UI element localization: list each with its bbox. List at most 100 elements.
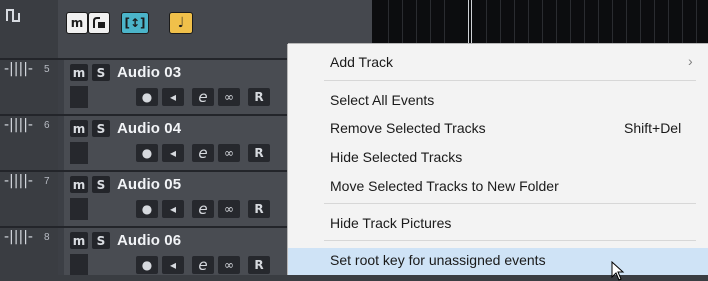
ruler-tick (612, 0, 613, 44)
ruler-tick (668, 0, 669, 44)
link-icon: ∞ (224, 202, 234, 216)
ruler-tick (486, 0, 487, 44)
mute-button[interactable]: m (70, 64, 88, 81)
menu-item-label: Add Track (330, 54, 394, 70)
mute-button[interactable]: m (70, 176, 88, 193)
link-icon: ∞ (224, 90, 234, 104)
speaker-icon: ◂ (169, 258, 177, 272)
link-button[interactable]: ∞ (218, 256, 240, 274)
track-type-column: -||||- 7 (0, 172, 58, 226)
ruler-tick (430, 0, 431, 44)
monitor-button[interactable]: ◂ (162, 200, 184, 218)
audio-waveform-icon: -||||- (4, 173, 33, 189)
record-icon: ● (141, 258, 153, 272)
read-automation-button[interactable]: R (248, 200, 270, 218)
read-automation-button[interactable]: R (248, 256, 270, 274)
menu-item-hide-selected-tracks[interactable]: Hide Selected Tracks (288, 146, 708, 170)
audio-waveform-icon: -||||- (4, 117, 33, 133)
ruler-tick (682, 0, 683, 44)
ruler-tick (654, 0, 655, 44)
lock-button[interactable] (88, 12, 110, 34)
track-controls-panel: m S Audio 06 ● ◂ e ∞ R (64, 228, 294, 275)
link-button[interactable]: ∞ (218, 144, 240, 162)
track-name[interactable]: Audio 04 (117, 120, 181, 137)
read-automation-button[interactable]: R (248, 144, 270, 162)
speaker-icon: ◂ (169, 90, 177, 104)
menu-item-select-all-events[interactable]: Select All Events (288, 89, 708, 113)
link-button[interactable]: ∞ (218, 200, 240, 218)
solo-button[interactable]: S (92, 64, 110, 81)
edit-icon: e (198, 256, 208, 274)
mute-label: m (72, 121, 86, 136)
edit-button[interactable]: e (192, 256, 214, 274)
link-icon: ∞ (224, 146, 234, 160)
ruler-tick (500, 0, 501, 44)
note-icon: ♩ (177, 15, 185, 31)
menu-item-hide-track-pictures[interactable]: Hide Track Pictures (288, 212, 708, 236)
read-label: R (254, 146, 264, 160)
edit-button[interactable]: e (192, 88, 214, 106)
link-button[interactable]: ∞ (218, 88, 240, 106)
solo-button[interactable]: S (92, 120, 110, 137)
track-color-swatch (70, 86, 88, 108)
ruler-tick (416, 0, 417, 44)
record-icon: ● (141, 146, 153, 160)
menu-item-set-root-key[interactable]: Set root key for unassigned events (288, 248, 708, 275)
ruler-tick (514, 0, 515, 44)
speaker-icon: ◂ (169, 146, 177, 160)
track-name[interactable]: Audio 05 (117, 176, 181, 193)
edit-button[interactable]: e (192, 200, 214, 218)
ruler-tick (402, 0, 403, 44)
solo-label: S (96, 233, 106, 248)
chevron-right-icon: › (688, 53, 693, 69)
menu-separator (324, 203, 696, 204)
monitor-button[interactable]: ◂ (162, 256, 184, 274)
solo-label: S (96, 177, 106, 192)
track-list-header (0, 0, 58, 58)
global-mute-button[interactable]: m (66, 12, 88, 34)
track-controls-panel: m S Audio 05 ● ◂ e ∞ R (64, 172, 294, 226)
ruler-tick (696, 0, 697, 44)
menu-item-add-track[interactable]: Add Track › (288, 51, 708, 75)
menu-item-remove-selected-tracks[interactable]: Remove Selected Tracks Shift+Del (288, 117, 708, 141)
split-button[interactable]: [↕] (121, 12, 149, 34)
track-type-column: -||||- 8 (0, 228, 58, 275)
track-type-column: -||||- 6 (0, 116, 58, 170)
monitor-button[interactable]: ◂ (162, 144, 184, 162)
track-name[interactable]: Audio 06 (117, 232, 181, 249)
record-enable-button[interactable]: ● (136, 88, 158, 106)
track-name[interactable]: Audio 03 (117, 64, 181, 81)
audio-waveform-icon: -||||- (4, 61, 33, 77)
menu-item-label: Hide Track Pictures (330, 215, 452, 231)
edit-icon: e (198, 88, 208, 106)
ruler-tick (388, 0, 389, 44)
split-arrows-icon: [↕] (124, 16, 146, 30)
edit-button[interactable]: e (192, 144, 214, 162)
m-button-label: m (70, 16, 84, 30)
record-enable-button[interactable]: ● (136, 144, 158, 162)
solo-label: S (96, 65, 106, 80)
audio-waveform-icon: -||||- (4, 229, 33, 245)
record-enable-button[interactable]: ● (136, 256, 158, 274)
ruler-tick (528, 0, 529, 44)
mute-label: m (72, 65, 86, 80)
mute-button[interactable]: m (70, 120, 88, 137)
mouse-pointer-icon (611, 261, 625, 281)
mute-label: m (72, 233, 86, 248)
menu-separator (324, 80, 696, 81)
timeline-ruler[interactable] (372, 0, 708, 44)
mute-button[interactable]: m (70, 232, 88, 249)
menu-item-label: Set root key for unassigned events (330, 252, 546, 268)
solo-button[interactable]: S (92, 176, 110, 193)
read-automation-button[interactable]: R (248, 88, 270, 106)
ruler-tick (570, 0, 571, 44)
monitor-button[interactable]: ◂ (162, 88, 184, 106)
track-color-swatch (70, 198, 88, 220)
square-wave-icon[interactable] (6, 7, 22, 23)
menu-item-move-to-new-folder[interactable]: Move Selected Tracks to New Folder (288, 175, 708, 199)
read-label: R (254, 202, 264, 216)
menu-item-label: Select All Events (330, 92, 435, 108)
record-enable-button[interactable]: ● (136, 200, 158, 218)
note-button[interactable]: ♩ (169, 12, 193, 34)
solo-button[interactable]: S (92, 232, 110, 249)
